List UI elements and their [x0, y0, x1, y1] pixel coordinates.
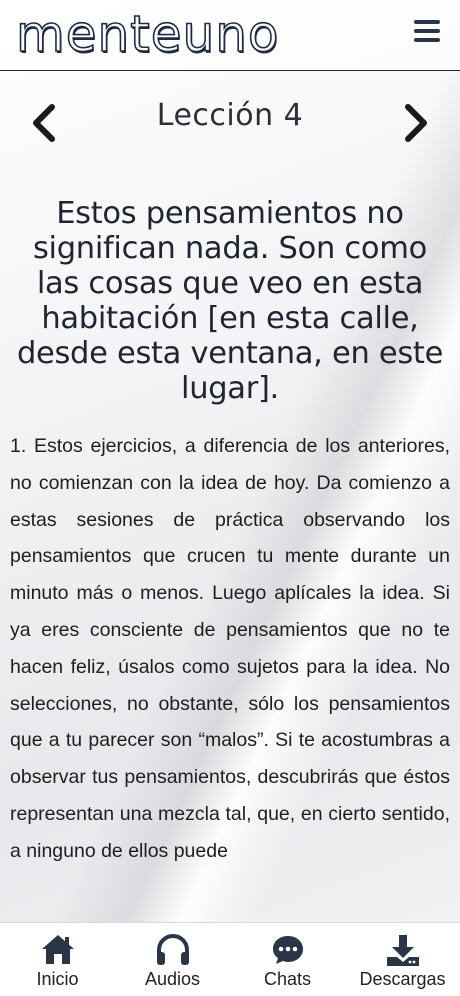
- tab-label: Audios: [144, 969, 201, 989]
- tab-label: Chats: [263, 969, 312, 989]
- headphones-icon: [155, 933, 191, 967]
- bottom-navigation: Inicio Audios Chats Descargas: [0, 922, 460, 996]
- tab-chats[interactable]: Chats: [230, 923, 345, 996]
- lesson-title: Lección 4: [156, 98, 304, 133]
- hamburger-icon[interactable]: [414, 20, 442, 46]
- app-logo[interactable]: menteuno: [15, 7, 280, 61]
- tab-audios[interactable]: Audios: [115, 923, 230, 996]
- chevron-right-icon[interactable]: [402, 104, 432, 142]
- tab-inicio[interactable]: Inicio: [0, 923, 115, 996]
- download-icon: [385, 933, 421, 967]
- tab-label: Descargas: [359, 969, 446, 989]
- home-icon: [40, 933, 76, 967]
- chat-bubble-icon: [270, 933, 306, 967]
- lesson-body-text: 1. Estos ejercicios, a diferencia de los…: [10, 435, 450, 862]
- chevron-left-icon[interactable]: [28, 104, 58, 142]
- tab-descargas[interactable]: Descargas: [345, 923, 460, 996]
- app-header: menteuno: [0, 0, 460, 71]
- lesson-navigation: Lección 4: [0, 96, 460, 152]
- lesson-headline: Estos pensamientos no significan nada. S…: [16, 196, 444, 406]
- tab-label: Inicio: [36, 969, 79, 989]
